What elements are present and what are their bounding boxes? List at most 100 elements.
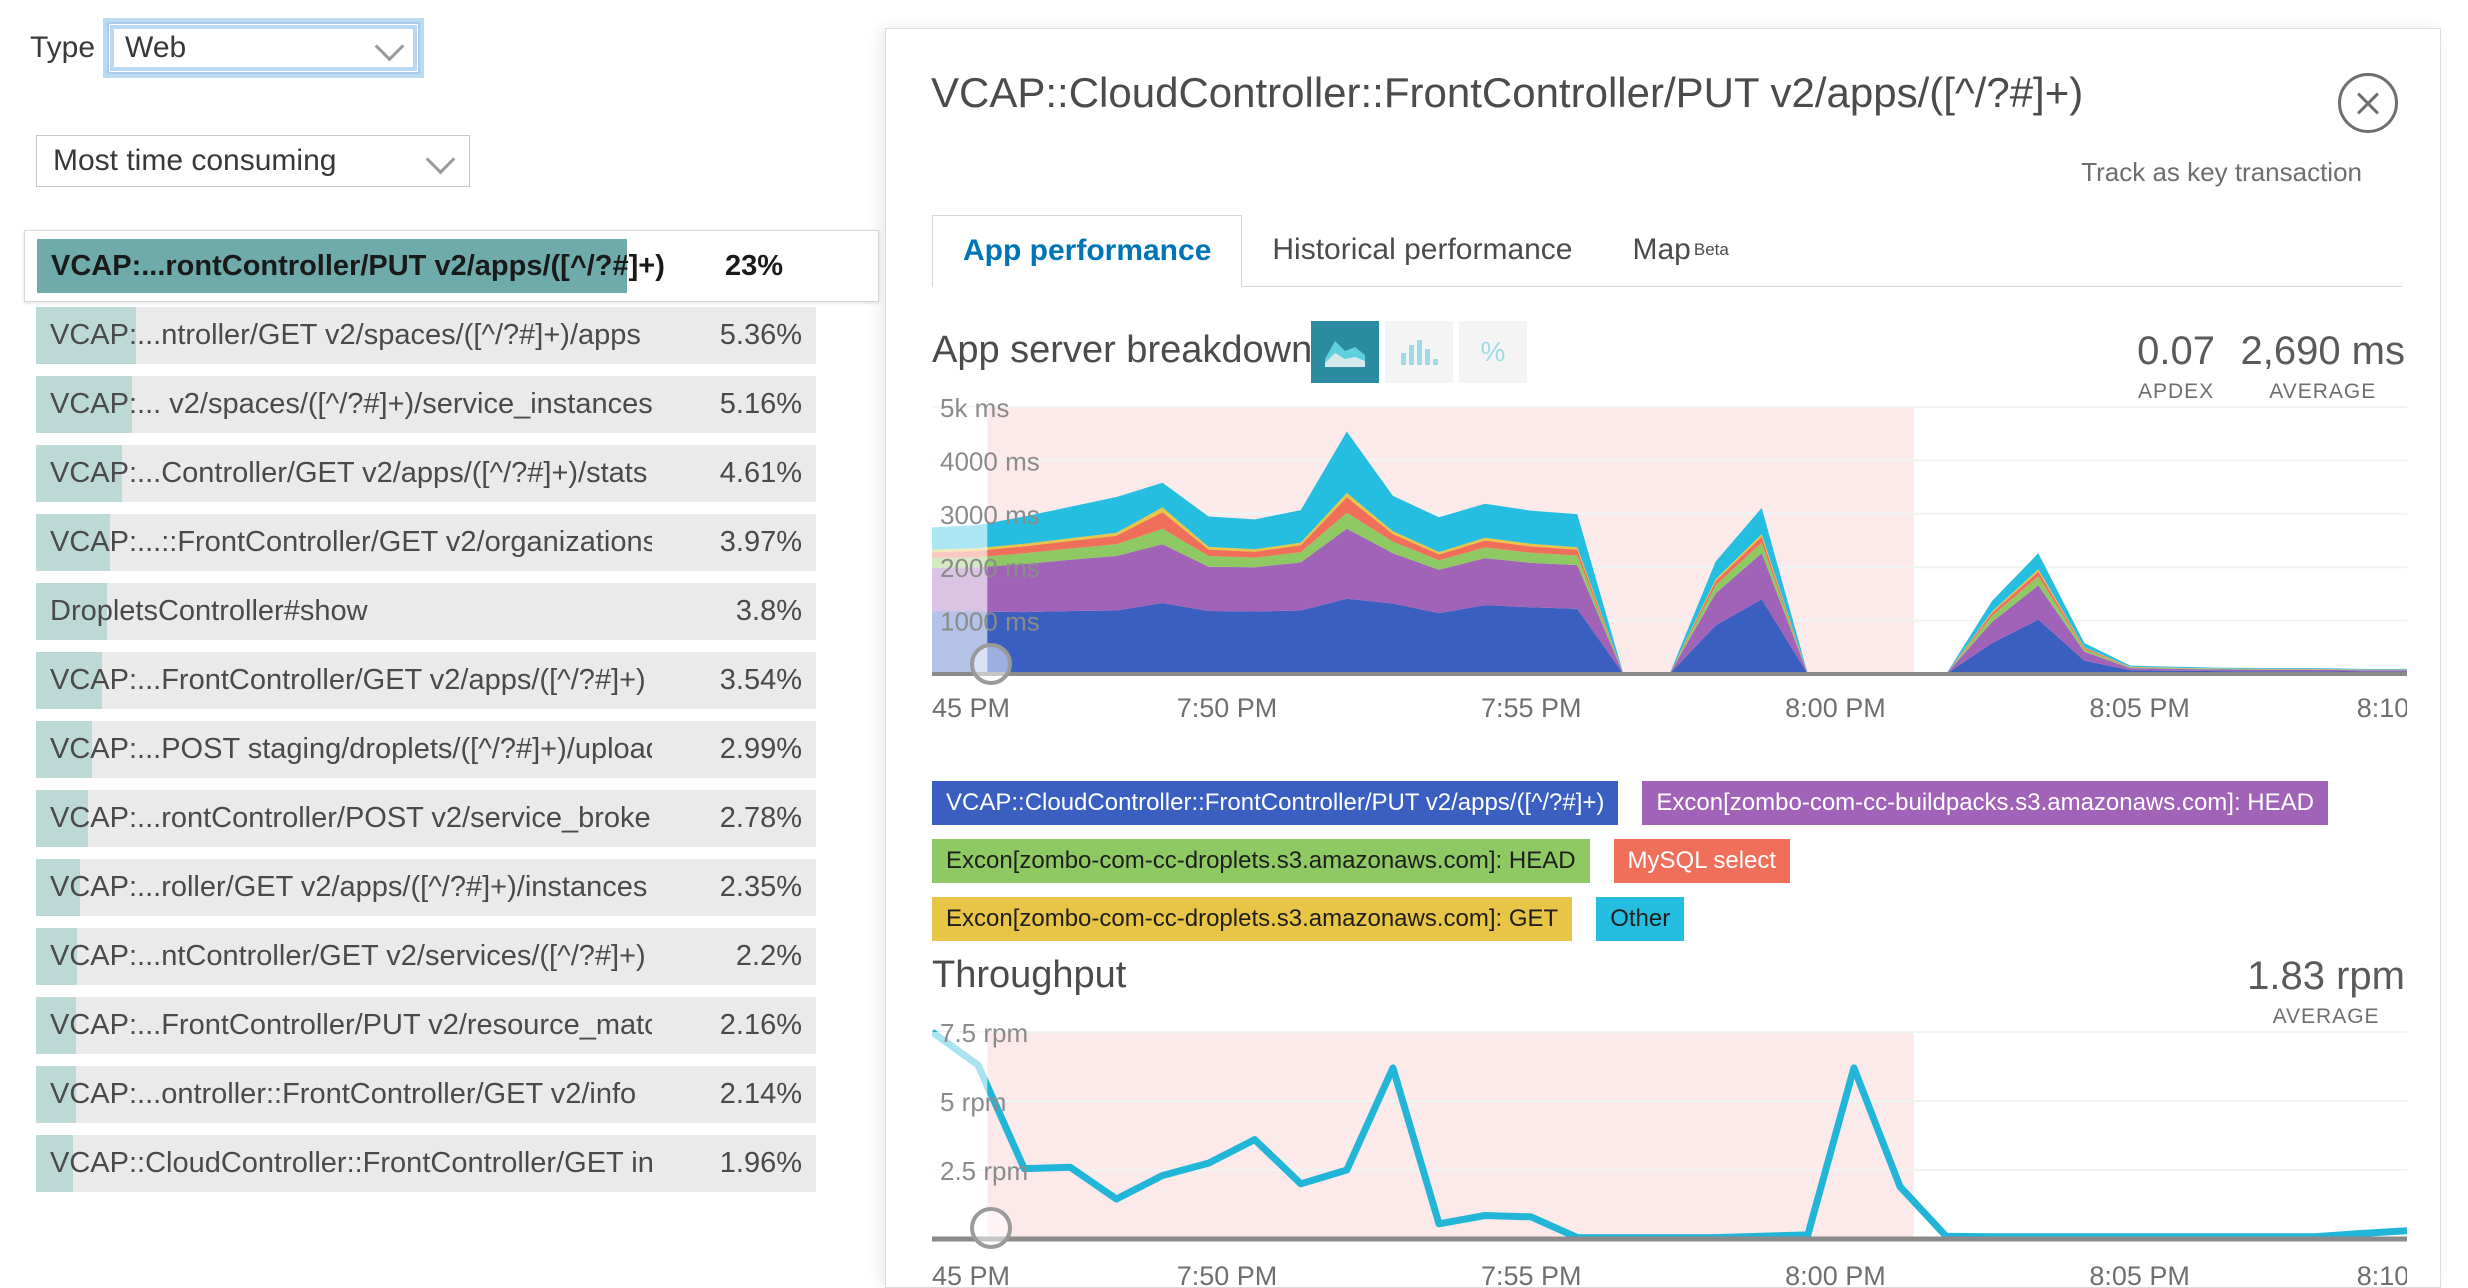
- chart-left-fade: [932, 1032, 988, 1239]
- x-tick-label: 45 PM: [932, 693, 1010, 723]
- transaction-row[interactable]: DropletsController#show 3.8%: [36, 577, 816, 646]
- y-tick-label: 4000 ms: [940, 446, 1040, 476]
- transaction-name: VCAP:... v2/spaces/([^/?#]+)/service_ins…: [50, 388, 652, 420]
- area-chart-icon[interactable]: [1311, 321, 1379, 383]
- transaction-percent: 3.54%: [719, 664, 802, 696]
- transaction-name: VCAP:...FrontController/GET v2/apps/([^/…: [50, 664, 646, 696]
- transaction-row[interactable]: VCAP:...Controller/GET v2/apps/([^/?#]+)…: [36, 439, 816, 508]
- time-range-drag-handle[interactable]: [970, 1206, 1013, 1249]
- transaction-name: VCAP:...ntroller/GET v2/spaces/([^/?#]+)…: [50, 319, 641, 351]
- throughput-chart[interactable]: 2.5 rpm 5 rpm 7.5 rpm 45 PM 7:50 PM 7:55 PM 8:…: [932, 1014, 2407, 1288]
- track-as-key-transaction-link[interactable]: Track as key transaction: [2081, 157, 2362, 188]
- transaction-row[interactable]: VCAP:...POST staging/droplets/([^/?#]+)/…: [36, 715, 816, 784]
- transaction-row[interactable]: VCAP::CloudController::FrontController/G…: [36, 1129, 816, 1198]
- x-tick-label: 8:10 PM: [2357, 693, 2407, 723]
- type-filter-row: Type Web: [30, 22, 421, 74]
- sort-select[interactable]: Most time consuming: [36, 135, 470, 187]
- legend-row: Excon[zombo-com-cc-droplets.s3.amazonaws…: [932, 839, 2402, 883]
- x-tick-label: 7:50 PM: [1177, 1261, 1278, 1288]
- transaction-percent: 2.35%: [719, 871, 802, 903]
- tab-app-performance[interactable]: App performance: [932, 215, 1243, 287]
- x-tick-label: 8:05 PM: [2089, 693, 2190, 723]
- transaction-name: VCAP:...FrontController/PUT v2/resource_…: [50, 1009, 652, 1041]
- x-tick-label: 45 PM: [932, 1261, 1010, 1288]
- transaction-row[interactable]: VCAP:...ontroller::FrontController/GET v…: [36, 1060, 816, 1129]
- svg-text:%: %: [1481, 336, 1506, 367]
- average-value: 2,690 ms: [2240, 329, 2405, 373]
- area-chart-glyph: [1325, 341, 1365, 367]
- y-tick-label: 7.5 rpm: [940, 1018, 1028, 1048]
- transaction-percent: 1.96%: [719, 1147, 802, 1179]
- sort-select-value: Most time consuming: [53, 144, 337, 177]
- y-tick-label: 5 rpm: [940, 1087, 1006, 1117]
- transaction-row[interactable]: VCAP:...FrontController/GET v2/apps/([^/…: [36, 646, 816, 715]
- transaction-percent: 5.36%: [719, 319, 802, 351]
- tab-label: Map: [1632, 233, 1691, 266]
- x-tick-label: 7:50 PM: [1177, 693, 1278, 723]
- transaction-name: VCAP:...roller/GET v2/apps/([^/?#]+)/ins…: [50, 871, 648, 903]
- legend-row: VCAP::CloudController::FrontController/P…: [932, 781, 2402, 825]
- detail-tabs: App performance Historical performance Map…: [932, 214, 2402, 287]
- close-icon[interactable]: [2338, 73, 2398, 133]
- chevron-down-icon: [425, 144, 456, 175]
- bar-chart-icon[interactable]: [1385, 321, 1453, 383]
- transaction-row[interactable]: VCAP:... v2/spaces/([^/?#]+)/service_ins…: [36, 370, 816, 439]
- tab-historical-performance[interactable]: Historical performance: [1242, 214, 1602, 286]
- x-tick-label: 7:55 PM: [1481, 1261, 1582, 1288]
- transaction-list: VCAP:.../GET v2/organizations/([^/?#]+)/…: [36, 232, 816, 1198]
- x-tick-label: 8:00 PM: [1785, 1261, 1886, 1288]
- transaction-percent: 5.16%: [719, 388, 802, 420]
- y-tick-label: 5k ms: [940, 393, 1009, 423]
- x-tick-label: 8:00 PM: [1785, 693, 1886, 723]
- app-server-breakdown-title: App server breakdown: [932, 329, 1313, 371]
- x-tick-label: 8:10 PM: [2357, 1261, 2407, 1288]
- y-tick-label: 2.5 rpm: [940, 1156, 1028, 1186]
- legend-item[interactable]: Excon[zombo-com-cc-droplets.s3.amazonaws…: [932, 839, 1590, 883]
- breakdown-chart-svg: 1000 ms 2000 ms 3000 ms 4000 ms 5k ms 45 PM 7:…: [932, 393, 2407, 723]
- legend-row: Excon[zombo-com-cc-droplets.s3.amazonaws…: [932, 897, 2402, 941]
- breakdown-legend: VCAP::CloudController::FrontController/P…: [932, 781, 2402, 955]
- chevron-down-icon: [374, 31, 405, 62]
- transaction-name: VCAP:...rontController/POST v2/service_b…: [50, 802, 652, 834]
- transaction-row[interactable]: VCAP:...rontController/POST v2/service_b…: [36, 784, 816, 853]
- legend-item[interactable]: Other: [1596, 897, 1685, 941]
- percent-glyph: %: [1481, 336, 1506, 367]
- transaction-percent: 2.78%: [719, 802, 802, 834]
- transaction-row-selected[interactable]: VCAP:...rontController/PUT v2/apps/([^/?…: [24, 230, 879, 302]
- y-tick-label: 2000 ms: [940, 553, 1040, 583]
- tab-beta-badge: Beta: [1693, 240, 1729, 259]
- transaction-percent: 2.99%: [719, 733, 802, 765]
- transaction-name: VCAP:...POST staging/droplets/([^/?#]+)/…: [50, 733, 652, 765]
- type-select-value: Web: [125, 31, 187, 64]
- transaction-percent: 4.61%: [719, 457, 802, 489]
- tab-label: App performance: [963, 234, 1212, 267]
- legend-item[interactable]: Excon[zombo-com-cc-buildpacks.s3.amazona…: [1642, 781, 2328, 825]
- y-tick-label: 3000 ms: [940, 500, 1040, 530]
- transaction-row[interactable]: VCAP:...FrontController/PUT v2/resource_…: [36, 991, 816, 1060]
- transaction-name: VCAP:...::FrontController/GET v2/organiz…: [50, 526, 652, 558]
- transaction-name: VCAP:...rontController/PUT v2/apps/([^/?…: [51, 249, 665, 282]
- transaction-row[interactable]: VCAP:...ntController/GET v2/services/([^…: [36, 922, 816, 991]
- type-select[interactable]: Web: [107, 22, 421, 74]
- transaction-row[interactable]: VCAP:...ntroller/GET v2/spaces/([^/?#]+)…: [36, 301, 816, 370]
- transaction-percent: 2.16%: [719, 1009, 802, 1041]
- transaction-name: VCAP:...ntController/GET v2/services/([^…: [50, 940, 646, 972]
- percent-icon[interactable]: %: [1459, 321, 1527, 383]
- transaction-row[interactable]: VCAP:...::FrontController/GET v2/organiz…: [36, 508, 816, 577]
- x-tick-label: 8:05 PM: [2089, 1261, 2190, 1288]
- transaction-name: DropletsController#show: [50, 595, 368, 627]
- transaction-percent: 3.97%: [719, 526, 802, 558]
- throughput-title: Throughput: [932, 954, 1127, 996]
- legend-item[interactable]: Excon[zombo-com-cc-droplets.s3.amazonaws…: [932, 897, 1573, 941]
- transaction-row[interactable]: VCAP:...roller/GET v2/apps/([^/?#]+)/ins…: [36, 853, 816, 922]
- app-server-breakdown-chart[interactable]: 1000 ms 2000 ms 3000 ms 4000 ms 5k ms 45 PM 7:…: [932, 389, 2407, 729]
- throughput-chart-svg: 2.5 rpm 5 rpm 7.5 rpm 45 PM 7:50 PM 7:55 PM 8:…: [932, 1018, 2407, 1288]
- legend-item[interactable]: MySQL select: [1613, 839, 1791, 883]
- chart-type-toggles: %: [1311, 321, 1527, 383]
- transaction-percent: 23%: [724, 249, 783, 282]
- bar-chart-glyph: [1401, 340, 1438, 365]
- transaction-name: VCAP:...ontroller::FrontController/GET v…: [50, 1078, 637, 1110]
- legend-item[interactable]: VCAP::CloudController::FrontController/P…: [932, 781, 1619, 825]
- y-tick-label: 1000 ms: [940, 607, 1040, 637]
- tab-map[interactable]: Map Beta: [1603, 214, 1759, 286]
